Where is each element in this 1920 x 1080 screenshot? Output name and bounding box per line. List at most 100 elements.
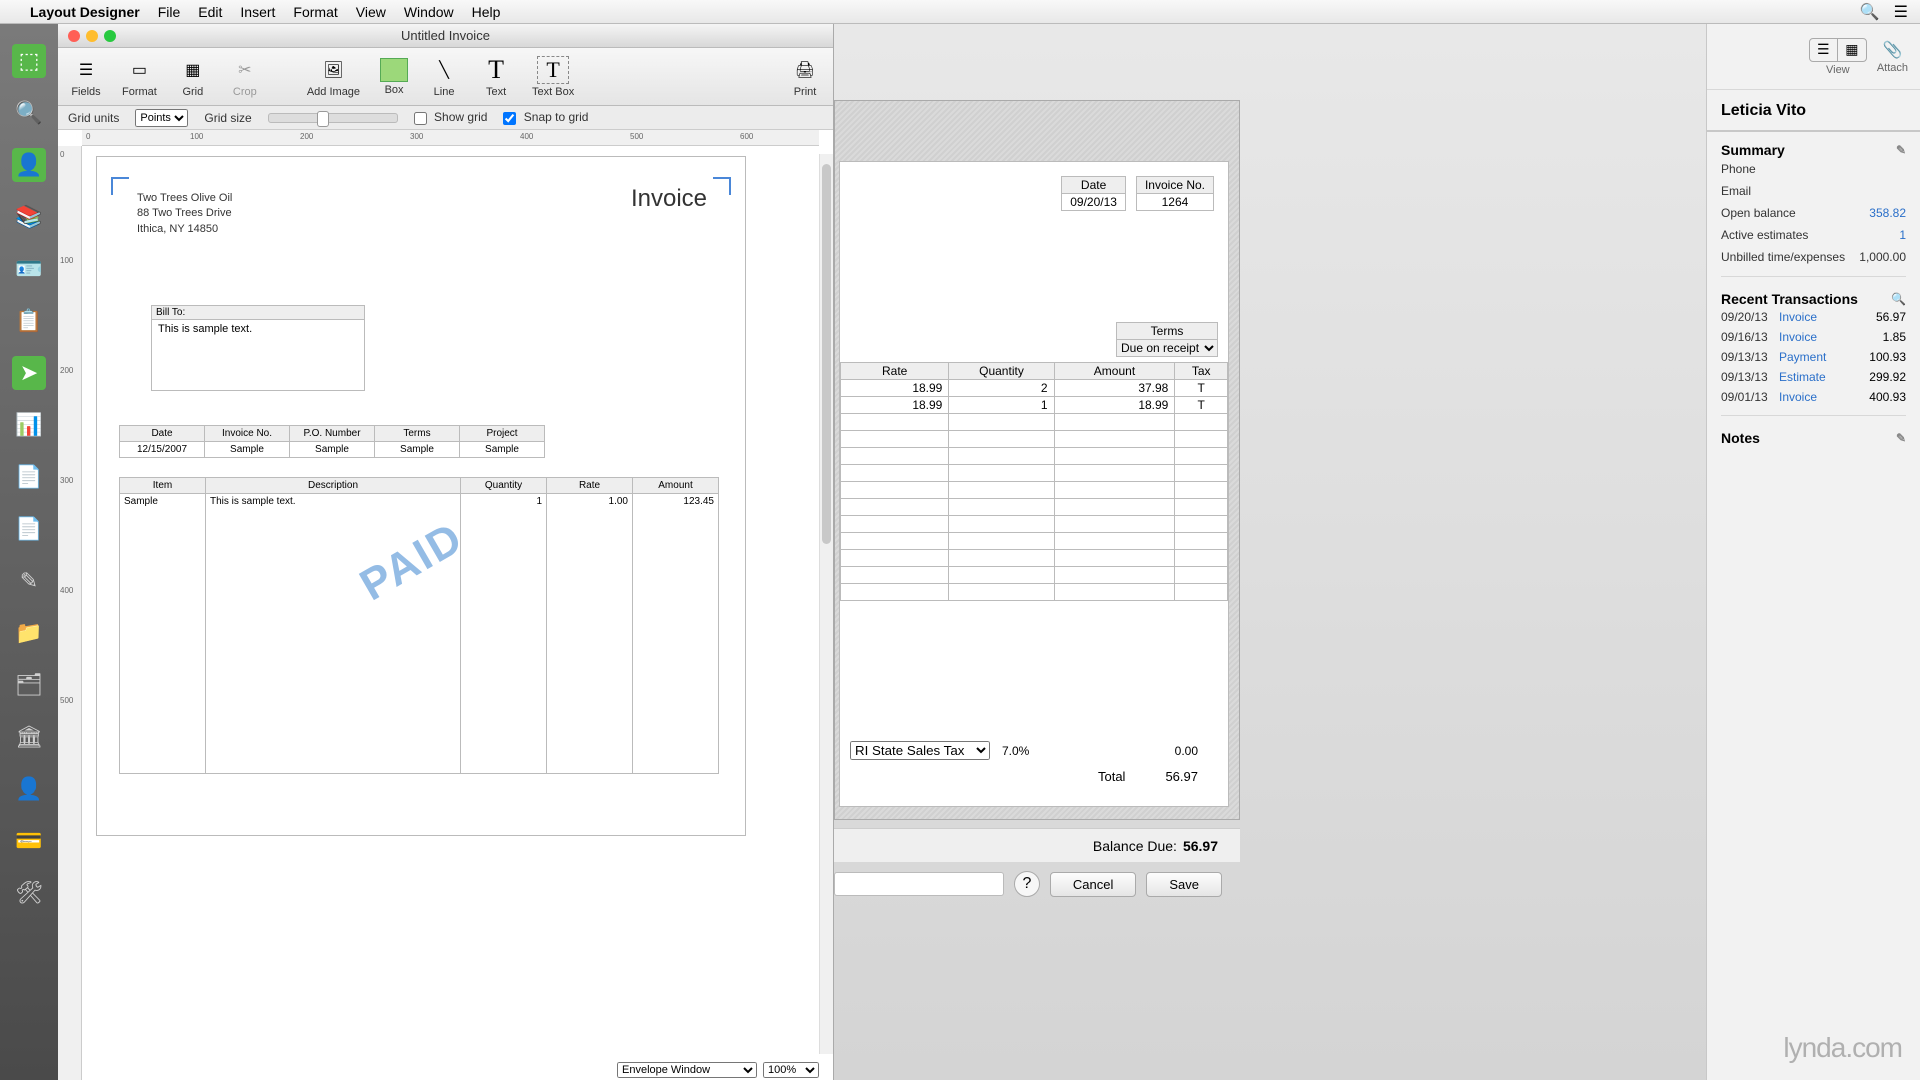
fields-button[interactable]: ☰Fields (66, 54, 106, 100)
company-address[interactable]: Two Trees Olive Oil 88 Two Trees Drive I… (137, 191, 232, 237)
grid-button[interactable]: ▦Grid (173, 54, 213, 100)
cancel-button[interactable]: Cancel (1050, 872, 1136, 897)
phone-label: Phone (1721, 162, 1756, 176)
transaction-row[interactable]: 09/20/13Invoice56.97 (1721, 307, 1906, 327)
text-box-button[interactable]: TText Box (528, 54, 578, 100)
window-titlebar: Untitled Invoice (58, 24, 833, 48)
dock-clipboard-icon[interactable]: 📋 (12, 304, 46, 338)
dock-bank-icon[interactable]: 🏛 (12, 720, 46, 754)
add-image-button[interactable]: 🖼Add Image (303, 54, 364, 100)
design-canvas[interactable]: 0100200300400500600 0100200300400500 Two… (58, 130, 833, 1080)
attach-button[interactable]: 📎 Attach (1877, 40, 1908, 74)
dock-folder-icon[interactable]: 📁 (12, 616, 46, 650)
text-button[interactable]: TText (476, 54, 516, 100)
dock-reports-icon[interactable]: 📊 (12, 408, 46, 442)
menu-file[interactable]: File (158, 4, 181, 20)
dock-tools-icon[interactable]: 🛠 (12, 876, 46, 910)
app-name[interactable]: Layout Designer (30, 4, 140, 20)
grid-units-select[interactable]: Points (135, 109, 188, 127)
dock-doc2-icon[interactable]: 📄 (12, 512, 46, 546)
grid-view-icon[interactable]: ▦ (1838, 39, 1866, 61)
save-button[interactable]: Save (1146, 872, 1222, 897)
invoice-meta-table[interactable]: DateInvoice No.P.O. NumberTermsProject 1… (119, 425, 545, 458)
terms-field[interactable]: Terms Due on receipt (1116, 322, 1218, 357)
dock-write-icon[interactable]: ✎ (12, 564, 46, 598)
unbilled-label: Unbilled time/expenses (1721, 250, 1845, 264)
grid-size-label: Grid size (204, 111, 251, 125)
vertical-scrollbar[interactable] (819, 154, 833, 1054)
line-items-table[interactable]: ItemDescriptionQuantityRateAmount Sample… (119, 477, 719, 774)
dock-doc1-icon[interactable]: 📄 (12, 460, 46, 494)
list-view-icon[interactable]: ☰ (1810, 39, 1838, 61)
envelope-select[interactable]: Envelope Window (617, 1062, 757, 1078)
bill-to-field[interactable]: Bill To: This is sample text. (151, 305, 365, 391)
balance-due-bar: Balance Due:56.97 (834, 828, 1240, 862)
show-grid-checkbox[interactable]: Show grid (414, 110, 488, 124)
customer-name: Leticia Vito (1707, 90, 1920, 132)
menu-help[interactable]: Help (472, 4, 501, 20)
line-items-grid[interactable]: RateQuantityAmountTax 18.99237.98T 18.99… (840, 362, 1228, 601)
invoice-date-field[interactable]: Date09/20/13 (1061, 176, 1126, 211)
spotlight-icon[interactable]: 🔍 (1860, 2, 1880, 22)
dock-user-icon[interactable]: 👤 (12, 772, 46, 806)
view-toggle[interactable]: ☰▦ View (1809, 38, 1867, 76)
notes-heading: Notes (1721, 430, 1760, 446)
line-button[interactable]: ╲Line (424, 54, 464, 100)
crop-button[interactable]: ✂Crop (225, 54, 265, 100)
menu-edit[interactable]: Edit (198, 4, 222, 20)
open-balance-value[interactable]: 358.82 (1869, 206, 1906, 220)
dock-home-icon[interactable]: ⬚ (12, 44, 46, 78)
tax-amount: 0.00 (1175, 744, 1198, 758)
edit-notes-icon[interactable]: ✎ (1896, 431, 1906, 445)
menu-view[interactable]: View (356, 4, 386, 20)
transaction-row[interactable]: 09/16/13Invoice1.85 (1721, 327, 1906, 347)
customer-sidebar: ☰▦ View 📎 Attach Leticia Vito Summary ✎ P… (1706, 24, 1920, 1080)
dock-transaction-icon[interactable]: ➤ (12, 356, 46, 390)
transaction-row[interactable]: 09/13/13Payment100.93 (1721, 347, 1906, 367)
invoice-page[interactable]: Two Trees Olive Oil 88 Two Trees Drive I… (96, 156, 746, 836)
dock-customer-icon[interactable]: 👤 (12, 148, 46, 182)
format-button[interactable]: ▭Format (118, 54, 161, 100)
horizontal-ruler: 0100200300400500600 (82, 130, 819, 146)
menu-insert[interactable]: Insert (240, 4, 275, 20)
dock-stack-icon[interactable]: 🗂 (12, 668, 46, 702)
lynda-watermark: lynda.com (1783, 1032, 1902, 1064)
zoom-select[interactable]: 100% (763, 1062, 819, 1078)
open-balance-label: Open balance (1721, 206, 1796, 220)
summary-heading: Summary (1721, 142, 1785, 158)
box-button[interactable]: Box (376, 56, 412, 98)
unbilled-value: 1,000.00 (1859, 250, 1906, 264)
transaction-row[interactable]: 09/01/13Invoice400.93 (1721, 387, 1906, 407)
edit-summary-icon[interactable]: ✎ (1896, 143, 1906, 157)
menu-format[interactable]: Format (293, 4, 337, 20)
designer-toolbar: ☰Fields ▭Format ▦Grid ✂Crop 🖼Add Image B… (58, 48, 833, 106)
memo-input[interactable] (834, 872, 1004, 896)
tax-rate: 7.0% (1002, 744, 1029, 758)
active-estimates-value[interactable]: 1 (1899, 228, 1906, 242)
email-label: Email (1721, 184, 1751, 198)
grid-units-label: Grid units (68, 111, 119, 125)
active-estimates-label: Active estimates (1721, 228, 1808, 242)
dock-card-icon[interactable]: 💳 (12, 824, 46, 858)
help-button[interactable]: ? (1014, 871, 1040, 897)
total-value: 56.97 (1165, 769, 1198, 784)
invoice-title[interactable]: Invoice (631, 185, 707, 213)
dock-search-icon[interactable]: 🔍 (12, 96, 46, 130)
dock-employee-icon[interactable]: 🪪 (12, 252, 46, 286)
transaction-row[interactable]: 09/13/13Estimate299.92 (1721, 367, 1906, 387)
invoice-number-field[interactable]: Invoice No.1264 (1136, 176, 1214, 211)
crop-mark-tl (111, 177, 129, 195)
print-button[interactable]: 🖨Print (785, 54, 825, 100)
search-transactions-icon[interactable]: 🔍 (1891, 292, 1906, 306)
action-bar: ? Cancel Save (834, 862, 1240, 906)
vertical-ruler: 0100200300400500 (58, 146, 82, 1080)
grid-size-slider[interactable] (268, 113, 398, 123)
crop-mark-tr (713, 177, 731, 195)
dock-vendor-icon[interactable]: 📚 (12, 200, 46, 234)
total-label: Total (1098, 769, 1125, 784)
sales-tax-select[interactable]: RI State Sales Tax (850, 741, 990, 760)
recent-transactions-heading: Recent Transactions (1721, 291, 1858, 307)
menu-extras-icon[interactable]: ☰ (1894, 2, 1908, 22)
snap-to-grid-checkbox[interactable]: Snap to grid (503, 110, 588, 124)
menu-window[interactable]: Window (404, 4, 454, 20)
